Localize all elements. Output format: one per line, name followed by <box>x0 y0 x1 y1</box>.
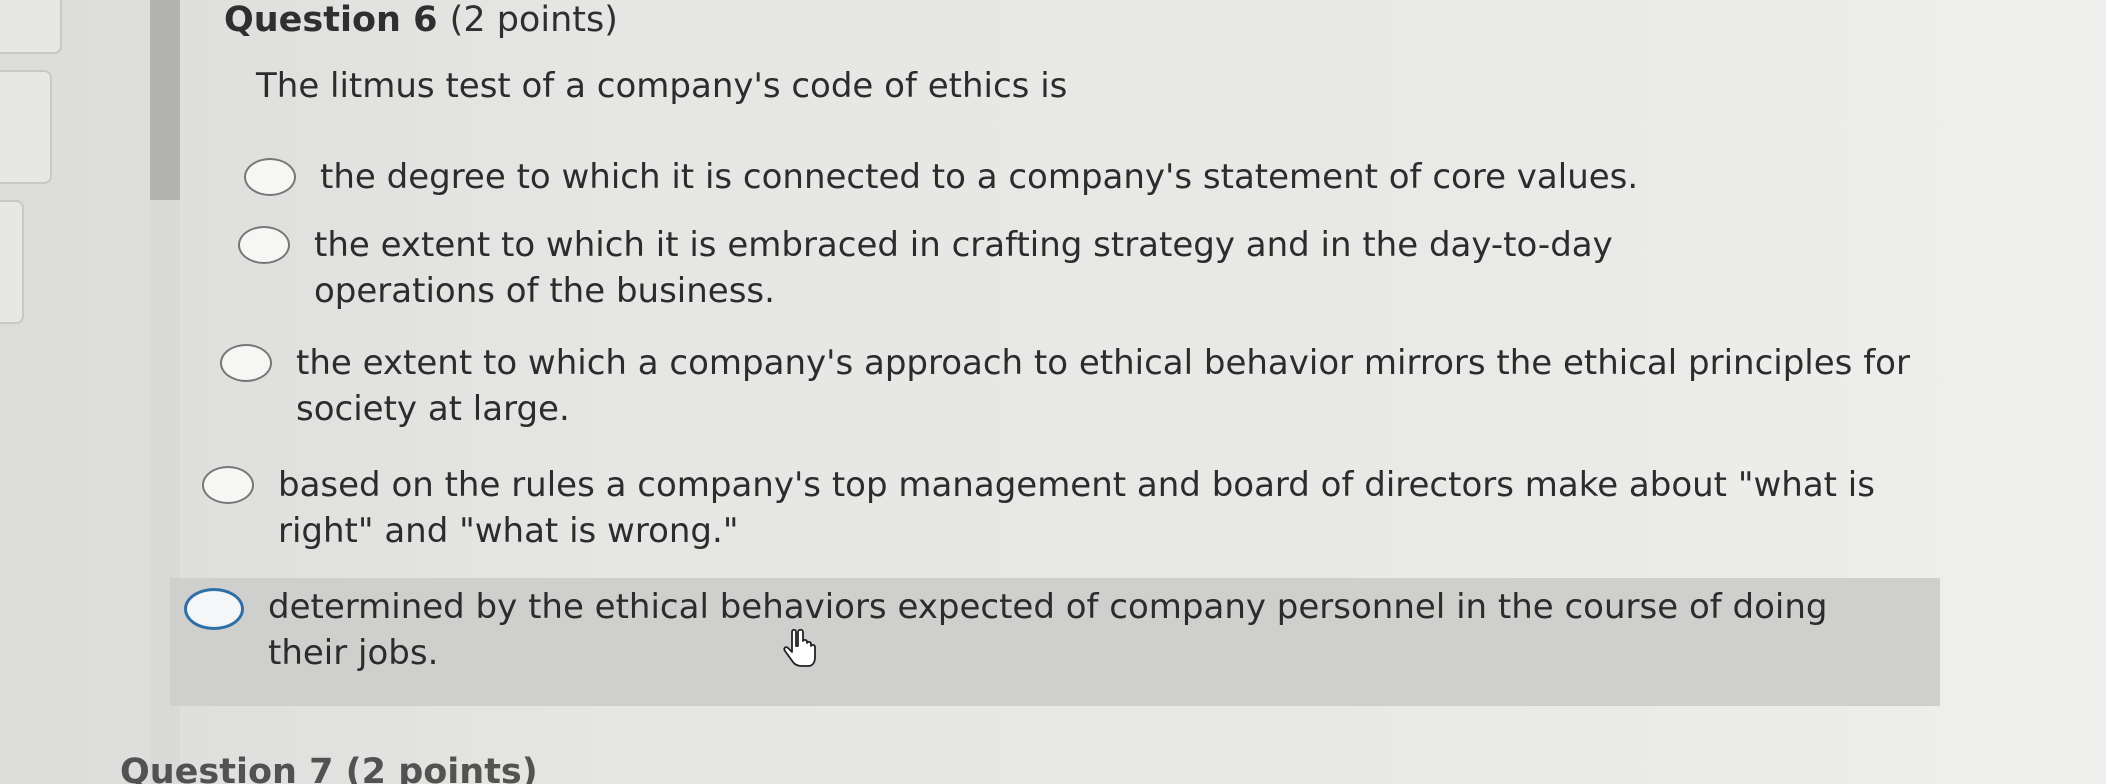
next-question-header: Question 7 (2 points) <box>120 752 538 784</box>
radio-button-4[interactable] <box>202 466 254 504</box>
answer-option-2[interactable]: the extent to which it is embraced in cr… <box>238 222 1798 314</box>
answer-option-5[interactable]: determined by the ethical behaviors expe… <box>184 584 1884 676</box>
answer-option-3[interactable]: the extent to which a company's approach… <box>220 340 1920 432</box>
question-nav-rail <box>0 0 110 784</box>
question-accent-bar <box>150 0 180 200</box>
nav-item-previous[interactable] <box>0 0 62 54</box>
radio-button-1[interactable] <box>244 158 296 196</box>
radio-button-5[interactable] <box>184 588 244 630</box>
radio-button-2[interactable] <box>238 226 290 264</box>
nav-item-next[interactable] <box>0 200 24 324</box>
nav-item-current[interactable] <box>0 70 52 184</box>
quiz-page: Question 6 (2 points) The litmus test of… <box>0 0 2106 784</box>
question-prompt: The litmus test of a company's code of e… <box>256 66 1068 106</box>
question-points: (2 points) <box>449 0 618 40</box>
answer-option-label: the degree to which it is connected to a… <box>320 157 1639 197</box>
hand-pointer-icon <box>783 628 816 667</box>
answer-option-label: the extent to which a company's approach… <box>296 343 1910 429</box>
answer-option-1[interactable]: the degree to which it is connected to a… <box>244 154 1844 200</box>
question-header: Question 6 (2 points) <box>224 0 618 40</box>
question-title: Question 6 <box>224 0 438 40</box>
radio-button-3[interactable] <box>220 344 272 382</box>
answer-option-4[interactable]: based on the rules a company's top manag… <box>202 462 1882 554</box>
answer-option-label: determined by the ethical behaviors expe… <box>268 587 1828 673</box>
answer-option-label: the extent to which it is embraced in cr… <box>314 225 1613 311</box>
answer-option-label: based on the rules a company's top manag… <box>278 465 1875 551</box>
